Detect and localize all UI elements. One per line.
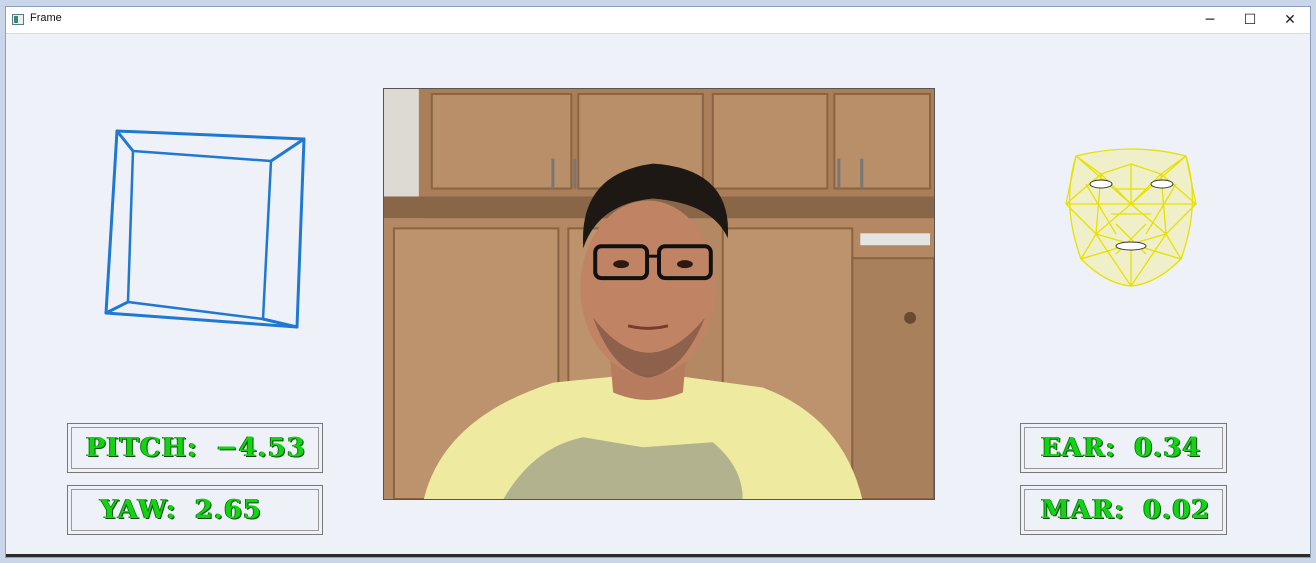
yaw-value: 2.65 [194, 495, 263, 525]
mar-value: 0.02 [1143, 495, 1211, 525]
yaw-readout: YAW: 2.65 [68, 486, 322, 534]
app-window: Frame ─ ☐ ✕ PITCH: −4.53 YAW: 2.65 EAR: … [5, 6, 1311, 558]
pitch-box: PITCH: −4.53 [67, 423, 323, 473]
app-icon [12, 14, 24, 25]
face-mesh [1065, 148, 1197, 288]
webcam-image [384, 89, 934, 499]
mesh-left-eye [1089, 179, 1113, 189]
frame-content: PITCH: −4.53 YAW: 2.65 EAR: 0.34 MAR: 0.02 [6, 34, 1310, 556]
bottom-edge [6, 554, 1310, 557]
mesh-mouth [1115, 241, 1147, 251]
pitch-value: −4.53 [215, 433, 307, 463]
cube-edge [269, 137, 306, 163]
mar-readout: MAR: 0.02 [1021, 486, 1226, 534]
yaw-label: YAW: [100, 495, 177, 525]
minimize-icon: ─ [1205, 12, 1215, 28]
close-icon: ✕ [1284, 12, 1296, 28]
minimize-button[interactable]: ─ [1190, 7, 1230, 33]
camera-feed [383, 88, 935, 500]
maximize-button[interactable]: ☐ [1230, 7, 1270, 33]
mar-box: MAR: 0.02 [1020, 485, 1227, 535]
head-pose-cube [104, 129, 306, 329]
window-title: Frame [30, 12, 62, 24]
mar-label: MAR: [1041, 495, 1126, 525]
ear-label: EAR: [1041, 433, 1117, 463]
yaw-box: YAW: 2.65 [67, 485, 323, 535]
pitch-readout: PITCH: −4.53 [68, 424, 322, 472]
pitch-label: PITCH: [86, 433, 198, 463]
close-button[interactable]: ✕ [1270, 7, 1310, 33]
ear-box: EAR: 0.34 [1020, 423, 1227, 473]
title-bar[interactable]: Frame ─ ☐ ✕ [6, 7, 1310, 34]
ear-readout: EAR: 0.34 [1021, 424, 1226, 472]
maximize-icon: ☐ [1243, 12, 1257, 28]
ear-value: 0.34 [1134, 433, 1202, 463]
cube-edge [104, 300, 130, 315]
cube-edge [115, 129, 135, 153]
mesh-right-eye [1150, 179, 1174, 189]
cube-back-face [126, 149, 273, 321]
